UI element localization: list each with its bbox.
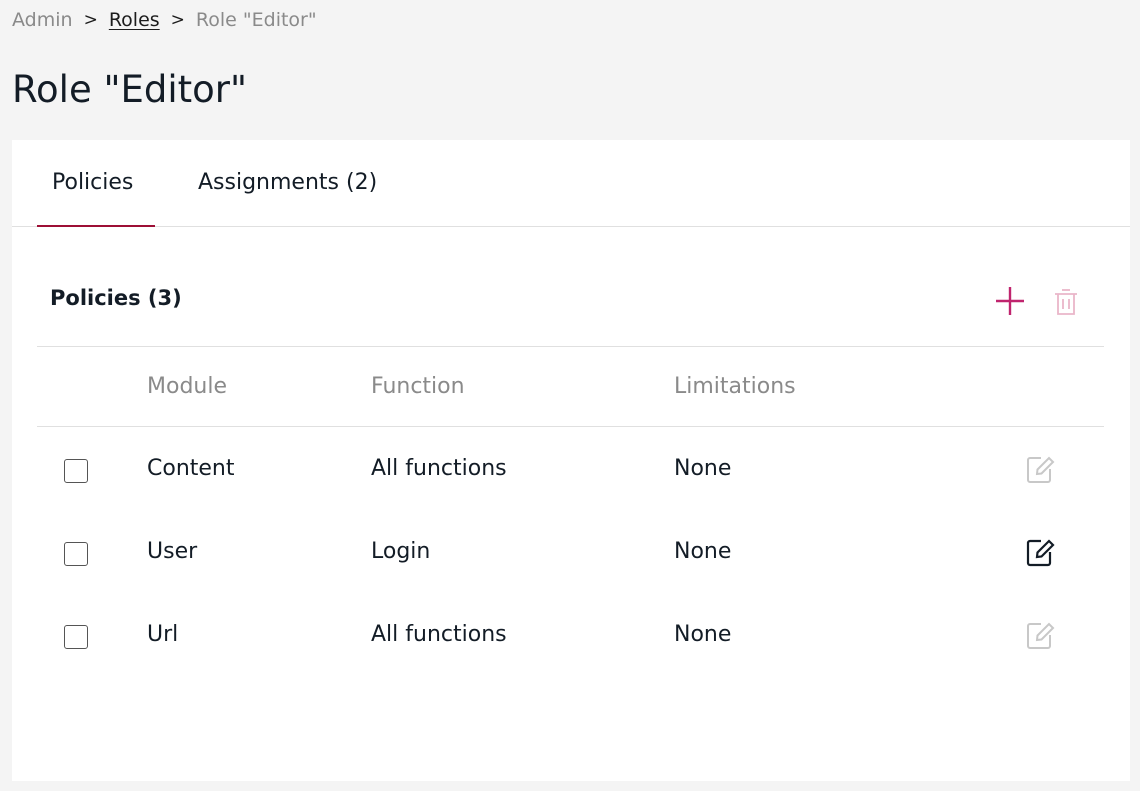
row-checkbox[interactable]	[64, 459, 88, 483]
edit-icon	[1026, 539, 1055, 567]
page-title: Role "Editor"	[12, 68, 248, 111]
trash-icon	[1055, 289, 1077, 315]
edit-policy-button[interactable]	[1022, 452, 1058, 488]
breadcrumb: Admin > Roles > Role "Editor"	[12, 9, 317, 31]
plus-icon	[996, 287, 1024, 315]
cell-module: Content	[147, 456, 235, 481]
row-checkbox[interactable]	[64, 542, 88, 566]
header-divider	[37, 426, 1104, 427]
cell-limitations: None	[674, 539, 732, 564]
cell-function: All functions	[371, 456, 507, 481]
cell-module: Url	[147, 622, 179, 647]
edit-policy-button[interactable]	[1022, 618, 1058, 654]
column-header-function: Function	[371, 374, 465, 399]
add-policy-button[interactable]	[992, 283, 1028, 319]
cell-function: All functions	[371, 622, 507, 647]
delete-policy-button[interactable]	[1048, 283, 1084, 319]
edit-icon	[1027, 456, 1055, 483]
role-card: Policies Assignments (2) Policies (3) Mo…	[12, 140, 1130, 781]
policies-section-title: Policies (3)	[50, 286, 182, 310]
section-divider	[37, 346, 1104, 347]
cell-module: User	[147, 539, 198, 564]
table-row: Content All functions None	[12, 450, 1130, 490]
column-header-module: Module	[147, 374, 227, 399]
table-row: User Login None	[12, 533, 1130, 573]
breadcrumb-roles-link[interactable]: Roles	[109, 9, 160, 31]
breadcrumb-separator: >	[83, 10, 98, 30]
breadcrumb-current: Role "Editor"	[195, 9, 317, 31]
breadcrumb-admin[interactable]: Admin	[12, 9, 73, 31]
tab-policies[interactable]: Policies	[52, 170, 133, 195]
cell-limitations: None	[674, 622, 732, 647]
breadcrumb-separator: >	[170, 10, 185, 30]
row-checkbox[interactable]	[64, 625, 88, 649]
table-row: Url All functions None	[12, 616, 1130, 656]
cell-function: Login	[371, 539, 431, 564]
edit-icon	[1027, 622, 1055, 649]
column-header-limitations: Limitations	[674, 374, 796, 399]
tab-bar: Policies Assignments (2)	[12, 140, 1130, 227]
cell-limitations: None	[674, 456, 732, 481]
active-tab-indicator	[37, 225, 155, 227]
edit-policy-button[interactable]	[1022, 535, 1058, 571]
tab-assignments[interactable]: Assignments (2)	[198, 170, 377, 195]
